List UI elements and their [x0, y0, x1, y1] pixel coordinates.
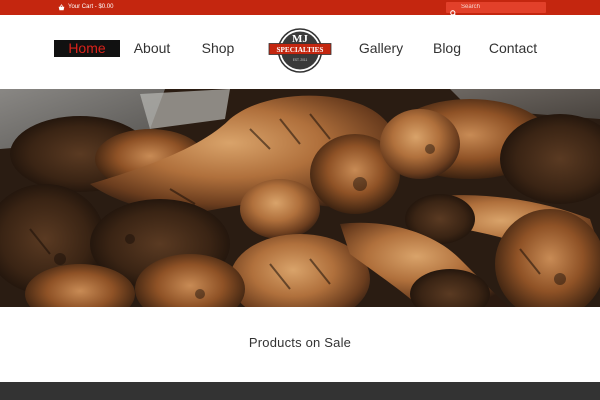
site-logo[interactable]: MJ SPECIALTIES EST. 2011 — [268, 28, 332, 73]
cart-link[interactable]: Your Cart - $0.00 — [58, 3, 113, 12]
top-bar: Your Cart - $0.00 — [0, 0, 600, 17]
search-input[interactable] — [461, 3, 541, 12]
nav-blog[interactable]: Blog — [428, 40, 466, 57]
logo-line3: EST. 2011 — [293, 58, 308, 62]
basket-icon — [58, 4, 65, 11]
nav-shop[interactable]: Shop — [198, 40, 238, 57]
site-header: Home About Shop MJ SPECIALTIES EST. 2011… — [0, 15, 600, 89]
logo-line2: SPECIALTIES — [277, 46, 324, 54]
nav-home[interactable]: Home — [54, 40, 120, 57]
search-box[interactable] — [446, 2, 546, 17]
nav-about[interactable]: About — [130, 40, 174, 57]
logo-line1: MJ — [292, 33, 308, 45]
nav-contact[interactable]: Contact — [484, 40, 542, 57]
cart-label: Your Cart - $0.00 — [68, 4, 114, 10]
footer-bar — [0, 382, 600, 400]
search-icon — [450, 4, 457, 17]
products-heading: Products on Sale — [248, 335, 352, 350]
nav-gallery[interactable]: Gallery — [354, 40, 408, 57]
hero-image — [0, 89, 600, 307]
